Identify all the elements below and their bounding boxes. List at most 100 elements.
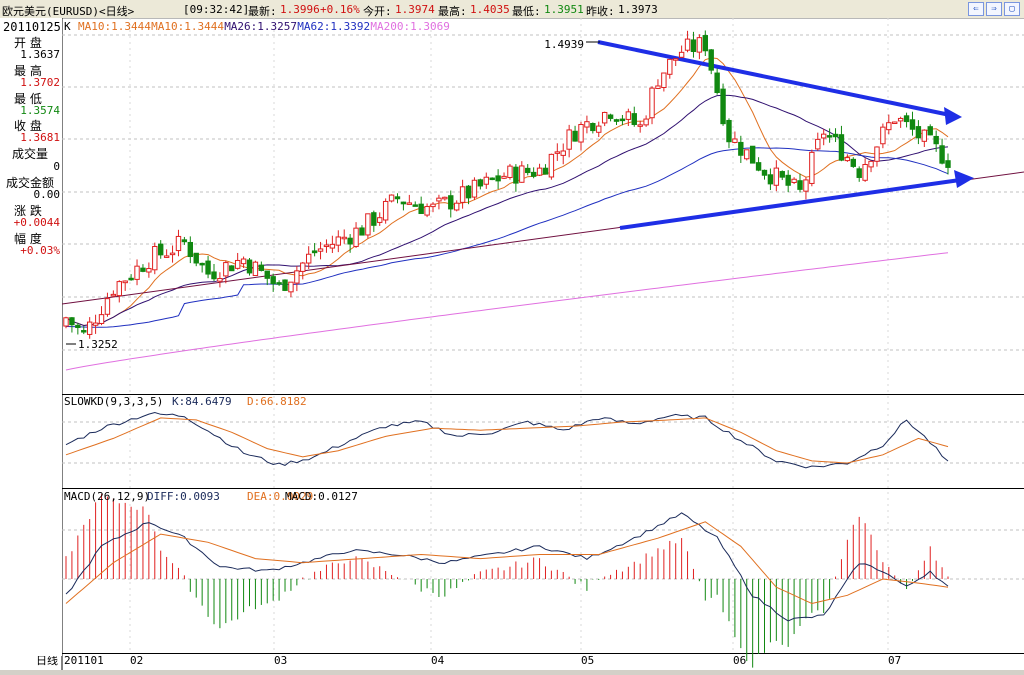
restore-right-icon[interactable]: ⇒ bbox=[986, 2, 1002, 16]
candle-body bbox=[755, 162, 762, 171]
candle-body bbox=[270, 276, 276, 285]
candle-body bbox=[365, 213, 371, 236]
candle-body bbox=[388, 194, 395, 202]
candle-body bbox=[868, 160, 874, 168]
close-icon[interactable]: ▢ bbox=[1004, 2, 1020, 16]
candle-body bbox=[584, 121, 590, 128]
candle-body bbox=[317, 248, 324, 252]
candle-body bbox=[347, 237, 353, 245]
candle-body bbox=[880, 126, 886, 145]
candle-body bbox=[832, 133, 839, 138]
candle-body bbox=[619, 118, 626, 122]
candle-body bbox=[406, 202, 413, 205]
candle-body bbox=[536, 167, 543, 176]
status-bar bbox=[0, 670, 1024, 675]
candle-body bbox=[708, 49, 714, 71]
candle-body bbox=[874, 146, 880, 162]
candle-body bbox=[152, 246, 158, 271]
candle-body bbox=[637, 124, 643, 127]
candle-body bbox=[726, 119, 732, 143]
x-tick-label: 03 bbox=[274, 654, 287, 667]
candle-body bbox=[773, 167, 780, 186]
candle-body bbox=[820, 133, 827, 139]
candle-body bbox=[886, 122, 892, 131]
candle-body bbox=[673, 58, 679, 61]
candle-body bbox=[122, 280, 128, 284]
title-bar: 欧元美元(EURUSD)<日线> [09:32:42] 最新: 1.3996 +… bbox=[0, 0, 1024, 19]
candle-body bbox=[495, 175, 501, 182]
price-legend-item: MA26:1.3257 bbox=[224, 20, 297, 33]
candle-body bbox=[939, 145, 945, 164]
candle-body bbox=[744, 149, 750, 160]
side-low-value: 1.3574 bbox=[20, 104, 60, 117]
diff-line bbox=[65, 512, 949, 622]
candle-body bbox=[300, 262, 306, 272]
candle-body bbox=[530, 171, 537, 177]
candle-body bbox=[519, 165, 525, 183]
ma62-line bbox=[65, 147, 949, 328]
candle-body bbox=[945, 160, 951, 168]
candle-body bbox=[205, 260, 211, 275]
candle-body bbox=[767, 174, 774, 185]
candle-body bbox=[477, 179, 484, 187]
high-label: 最高: bbox=[438, 5, 467, 18]
candle-body bbox=[525, 167, 531, 174]
macd-legend-diff: DIFF:0.0093 bbox=[147, 490, 220, 503]
candle-body bbox=[181, 239, 188, 243]
candle-body bbox=[803, 179, 809, 192]
candle-body bbox=[234, 259, 241, 269]
x-tick-label: 05 bbox=[581, 654, 594, 667]
chart-labels: K MA10:1.3444 MA10:1.3444 MA26:1.3257 MA62:1… bbox=[25, 20, 901, 667]
x-tick-label: 06 bbox=[733, 654, 746, 667]
candle-body bbox=[661, 72, 667, 89]
restore-left-icon[interactable]: ⇐ bbox=[968, 2, 984, 16]
candle-body bbox=[288, 281, 294, 293]
candle-body bbox=[448, 195, 454, 210]
candle-body bbox=[590, 123, 596, 132]
side-open-value: 1.3637 bbox=[20, 48, 60, 61]
candle-body bbox=[377, 217, 383, 223]
candle-body bbox=[69, 317, 75, 326]
x-tick-label: 07 bbox=[888, 654, 901, 667]
candle-body bbox=[199, 262, 205, 266]
candle-body bbox=[264, 270, 270, 279]
kd-legend-d: D:66.8182 bbox=[247, 395, 307, 408]
grid-lines bbox=[0, 18, 1024, 670]
side-amount-value: 0.00 bbox=[33, 188, 61, 201]
candle-body bbox=[507, 165, 513, 178]
candle-body bbox=[578, 124, 584, 143]
candle-body bbox=[412, 204, 418, 207]
macd-panel-title: MACD(26,12,9) bbox=[64, 490, 150, 503]
candle-body bbox=[81, 330, 87, 333]
candle-body bbox=[276, 282, 282, 285]
price-legend-item: MA62:1.3392 bbox=[297, 20, 370, 33]
candle-body bbox=[702, 35, 709, 52]
candle-body bbox=[104, 298, 111, 315]
candle-body bbox=[169, 252, 176, 256]
candle-body bbox=[667, 58, 673, 75]
candle-body bbox=[217, 278, 223, 282]
prev-close-value: 1.3973 bbox=[618, 3, 658, 16]
candle-body bbox=[720, 88, 726, 125]
candle-body bbox=[501, 175, 507, 179]
chart-area[interactable]: K MA10:1.3444 MA10:1.3444 MA26:1.3257 MA62:1… bbox=[0, 18, 1024, 670]
candle-body bbox=[246, 259, 253, 274]
candle-body bbox=[424, 206, 430, 216]
candle-body bbox=[394, 196, 401, 200]
candle-body bbox=[838, 134, 845, 161]
candle-body bbox=[353, 227, 359, 247]
price-legend-item: MA10:1.3444 bbox=[78, 20, 151, 33]
candle-body bbox=[678, 51, 685, 58]
candle-body bbox=[643, 118, 649, 126]
candle-body bbox=[625, 111, 632, 120]
candle-body bbox=[554, 151, 561, 154]
kd-legend-k: K:84.6479 bbox=[172, 395, 232, 408]
d-line bbox=[65, 417, 949, 464]
candle-body bbox=[258, 264, 265, 271]
price-legend-item: MA10:1.3444 bbox=[151, 20, 224, 33]
candle-body bbox=[613, 119, 620, 122]
candle-body bbox=[311, 250, 318, 254]
candle-body bbox=[146, 268, 152, 273]
low-value: 1.3951 bbox=[544, 3, 584, 16]
candle-body bbox=[909, 119, 916, 130]
